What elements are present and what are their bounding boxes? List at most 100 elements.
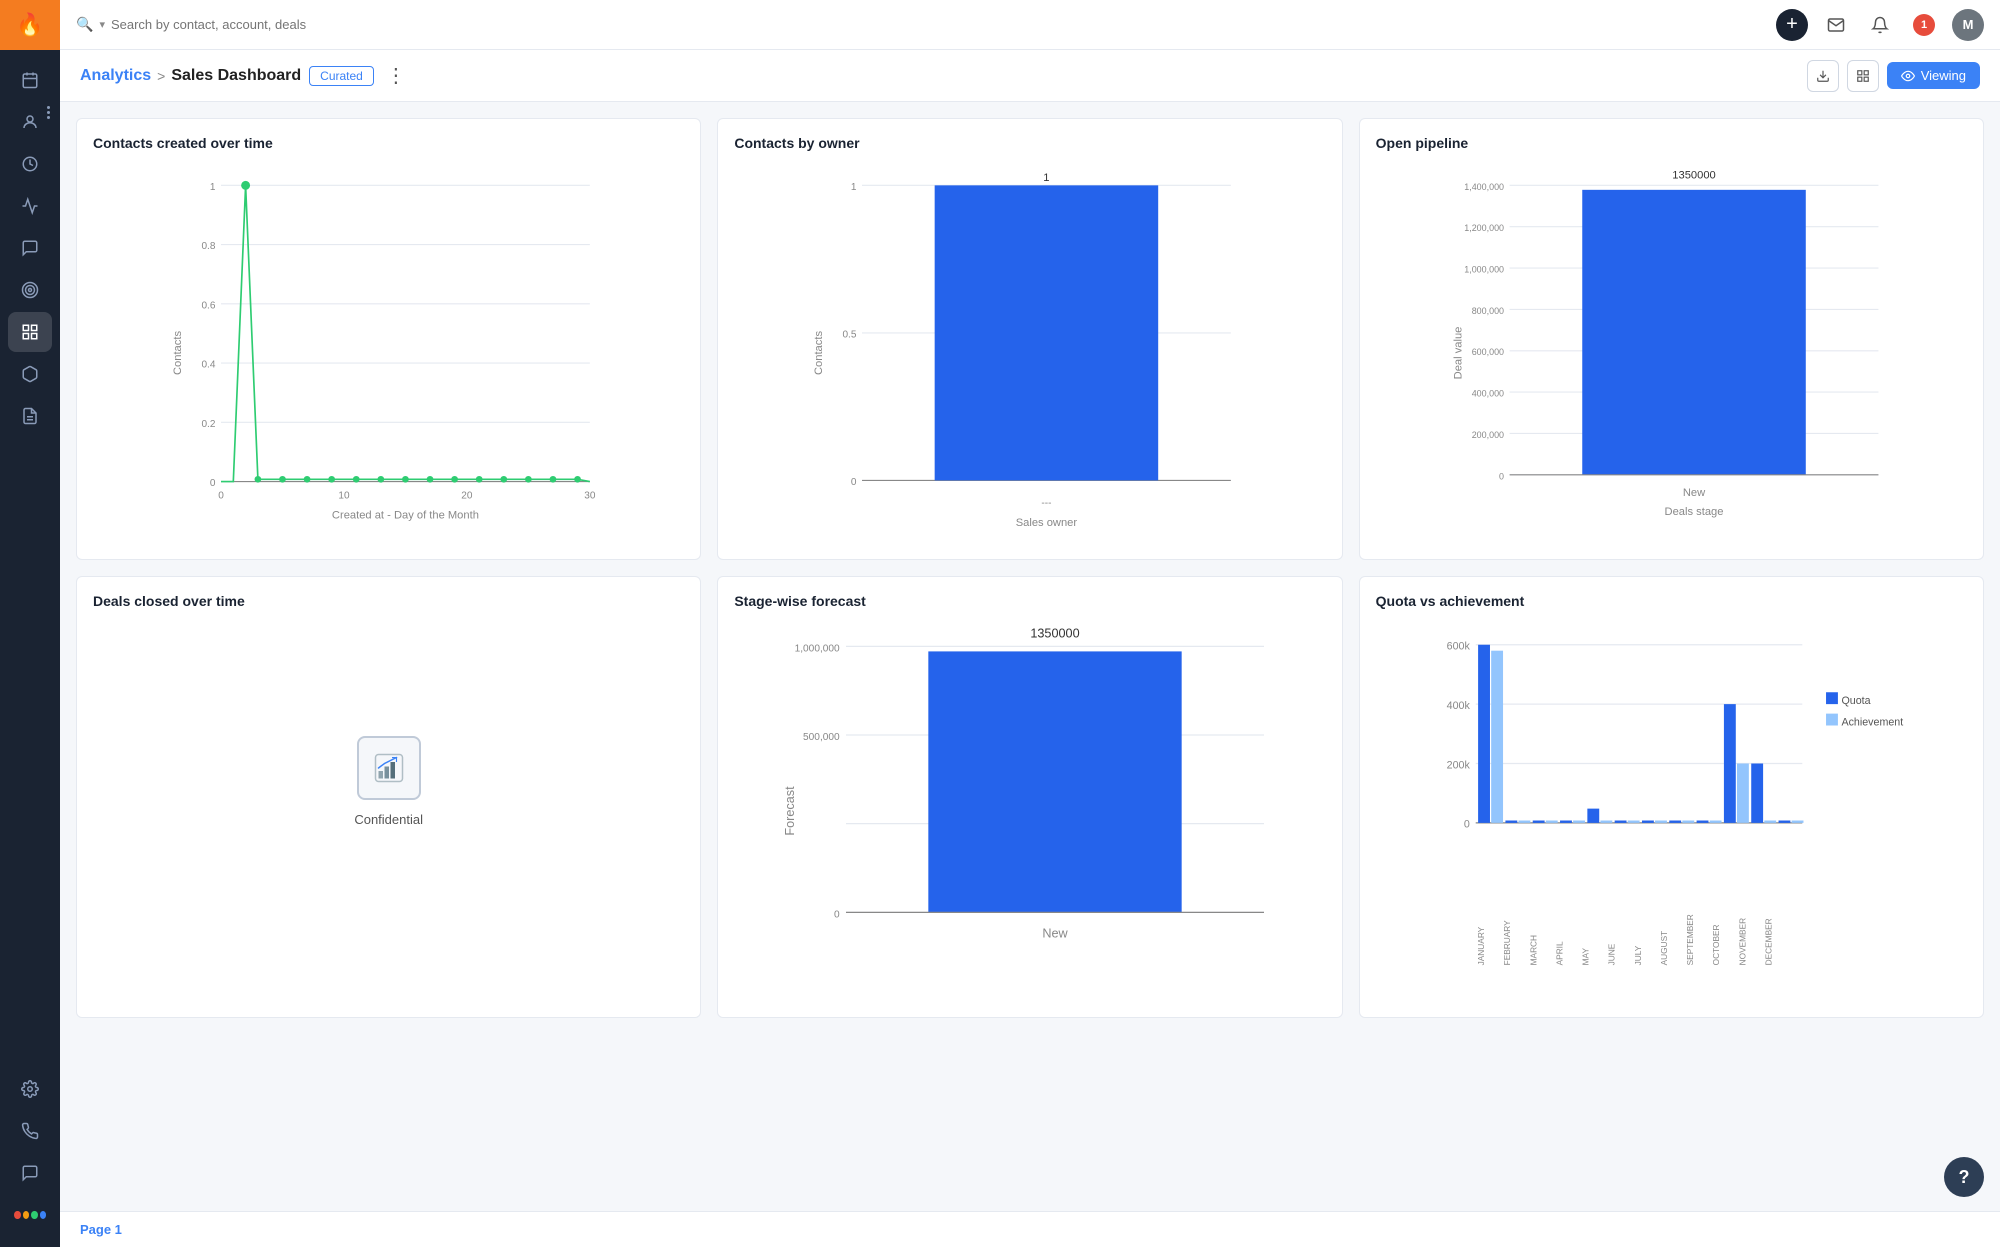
sidebar-item-analytics[interactable] bbox=[8, 186, 52, 226]
svg-text:1350000: 1350000 bbox=[1672, 170, 1715, 182]
svg-text:Contacts: Contacts bbox=[172, 331, 184, 375]
svg-text:FEBRUARY: FEBRUARY bbox=[1502, 920, 1512, 965]
svg-text:APRIL: APRIL bbox=[1554, 941, 1564, 965]
mail-icon[interactable] bbox=[1820, 9, 1852, 41]
svg-text:Contacts: Contacts bbox=[813, 331, 825, 375]
dashboard-title: Sales Dashboard bbox=[171, 67, 301, 85]
sidebar-item-products[interactable] bbox=[8, 354, 52, 394]
deals-closed-card: Deals closed over time Confidential bbox=[76, 576, 701, 1018]
svg-text:30: 30 bbox=[584, 490, 596, 501]
sidebar-logo[interactable]: 🔥 bbox=[0, 0, 60, 50]
sidebar-item-reports[interactable] bbox=[8, 396, 52, 436]
sidebar-item-phone[interactable] bbox=[8, 1111, 52, 1151]
svg-text:1,000,000: 1,000,000 bbox=[795, 643, 840, 654]
page-indicator: Page 1 bbox=[80, 1222, 122, 1237]
contacts-by-owner-title: Contacts by owner bbox=[734, 135, 1325, 151]
contacts-by-owner-chart: Contacts 1 0.5 1 0 bbox=[734, 163, 1325, 543]
svg-text:0.2: 0.2 bbox=[201, 419, 215, 430]
topnav-actions: + 1 M bbox=[1776, 9, 1984, 41]
breadcrumb: Analytics > Sales Dashboard bbox=[80, 67, 301, 85]
sidebar-item-settings[interactable] bbox=[8, 1069, 52, 1109]
search-bar[interactable]: 🔍 ▾ bbox=[76, 16, 476, 33]
open-pipeline-chart: Deal value 1,400,000 1,200,000 1,0 bbox=[1376, 163, 1967, 543]
svg-text:OCTOBER: OCTOBER bbox=[1711, 924, 1721, 965]
main-content: 🔍 ▾ + 1 M Analytics > Sales Dashboard bbox=[60, 0, 2000, 1247]
svg-text:0: 0 bbox=[834, 909, 840, 920]
stage-wise-forecast-title: Stage-wise forecast bbox=[734, 593, 1325, 609]
svg-text:JANUARY: JANUARY bbox=[1476, 926, 1486, 965]
header-actions: Viewing bbox=[1807, 60, 1980, 92]
quota-vs-achievement-card: Quota vs achievement 600k 400k 200k 0 bbox=[1359, 576, 1984, 1018]
plus-icon: + bbox=[1786, 13, 1798, 36]
svg-text:0.6: 0.6 bbox=[201, 300, 215, 311]
svg-text:0.5: 0.5 bbox=[843, 329, 857, 340]
avatar[interactable]: M bbox=[1952, 9, 1984, 41]
viewing-button[interactable]: Viewing bbox=[1887, 62, 1980, 89]
search-chevron[interactable]: ▾ bbox=[99, 18, 105, 31]
analytics-breadcrumb[interactable]: Analytics bbox=[80, 67, 151, 85]
svg-text:1: 1 bbox=[210, 182, 216, 193]
sidebar-bottom bbox=[8, 1069, 52, 1247]
svg-text:Sales owner: Sales owner bbox=[1016, 517, 1078, 529]
svg-text:Deals stage: Deals stage bbox=[1664, 506, 1723, 518]
sidebar-item-conversations[interactable] bbox=[8, 228, 52, 268]
svg-text:Quota: Quota bbox=[1841, 695, 1870, 707]
svg-text:400k: 400k bbox=[1446, 700, 1470, 712]
svg-text:1,200,000: 1,200,000 bbox=[1464, 223, 1504, 233]
svg-text:Created at - Day of the Month: Created at - Day of the Month bbox=[332, 509, 479, 521]
svg-text:AUGUST: AUGUST bbox=[1659, 931, 1669, 966]
sidebar-item-chat[interactable] bbox=[8, 1153, 52, 1193]
search-input[interactable] bbox=[111, 17, 351, 32]
page-header: Analytics > Sales Dashboard Curated ⋮ Vi… bbox=[60, 50, 2000, 102]
dashboard-content: Contacts created over time Contacts 1 bbox=[60, 102, 2000, 1211]
layout-button[interactable] bbox=[1847, 60, 1879, 92]
stage-wise-forecast-card: Stage-wise forecast Forecast 1,000,000 5… bbox=[717, 576, 1342, 1018]
svg-text:400,000: 400,000 bbox=[1471, 389, 1503, 399]
sidebar-item-calendar[interactable] bbox=[8, 60, 52, 100]
quota-vs-achievement-title: Quota vs achievement bbox=[1376, 593, 1967, 609]
svg-text:0.4: 0.4 bbox=[201, 360, 215, 371]
breadcrumb-separator: > bbox=[157, 68, 165, 84]
sidebar-item-goals[interactable] bbox=[8, 270, 52, 310]
download-button[interactable] bbox=[1807, 60, 1839, 92]
sidebar-item-contacts[interactable] bbox=[8, 102, 52, 142]
svg-text:Forecast: Forecast bbox=[783, 786, 797, 836]
svg-text:600,000: 600,000 bbox=[1471, 347, 1503, 357]
svg-text:1350000: 1350000 bbox=[1031, 626, 1080, 640]
svg-text:0: 0 bbox=[218, 490, 224, 501]
sidebar-item-apps[interactable] bbox=[8, 1195, 52, 1235]
svg-text:0: 0 bbox=[851, 477, 857, 488]
add-button[interactable]: + bbox=[1776, 9, 1808, 41]
sidebar-nav bbox=[8, 50, 52, 1069]
contacts-by-owner-card: Contacts by owner Contacts 1 0.5 1 bbox=[717, 118, 1342, 560]
svg-text:SEPTEMBER: SEPTEMBER bbox=[1685, 914, 1695, 965]
svg-text:1: 1 bbox=[1044, 172, 1050, 184]
svg-text:DECEMBER: DECEMBER bbox=[1763, 918, 1773, 965]
svg-text:MARCH: MARCH bbox=[1528, 935, 1538, 965]
svg-text:NOVEMBER: NOVEMBER bbox=[1737, 918, 1747, 965]
svg-text:1: 1 bbox=[851, 182, 857, 193]
charts-row-1: Contacts created over time Contacts 1 bbox=[76, 118, 1984, 560]
svg-text:New: New bbox=[1043, 927, 1069, 941]
top-navigation: 🔍 ▾ + 1 M bbox=[60, 0, 2000, 50]
svg-text:JUNE: JUNE bbox=[1606, 943, 1616, 965]
curated-badge[interactable]: Curated bbox=[309, 66, 374, 86]
notification-icon[interactable] bbox=[1864, 9, 1896, 41]
bottom-strip: Page 1 bbox=[60, 1211, 2000, 1247]
charts-row-2: Deals closed over time Confidential bbox=[76, 576, 1984, 1018]
svg-text:JULY: JULY bbox=[1632, 945, 1642, 965]
help-button[interactable]: ? bbox=[1944, 1157, 1984, 1197]
quota-vs-achievement-chart: 600k 400k 200k 0 bbox=[1376, 621, 1967, 1001]
alert-badge[interactable]: 1 bbox=[1908, 9, 1940, 41]
svg-text:10: 10 bbox=[338, 490, 350, 501]
stage-wise-forecast-chart: Forecast 1,000,000 500,000 0 1350000 bbox=[734, 621, 1325, 1001]
svg-text:500,000: 500,000 bbox=[803, 732, 840, 743]
open-pipeline-card: Open pipeline Deal value 1 bbox=[1359, 118, 1984, 560]
sidebar-item-dashboard[interactable] bbox=[8, 312, 52, 352]
sidebar-item-deals[interactable] bbox=[8, 144, 52, 184]
open-pipeline-title: Open pipeline bbox=[1376, 135, 1967, 151]
svg-text:New: New bbox=[1683, 487, 1706, 499]
search-icon: 🔍 bbox=[76, 16, 93, 33]
more-menu-button[interactable]: ⋮ bbox=[386, 63, 406, 88]
svg-text:Achievement: Achievement bbox=[1841, 717, 1903, 729]
